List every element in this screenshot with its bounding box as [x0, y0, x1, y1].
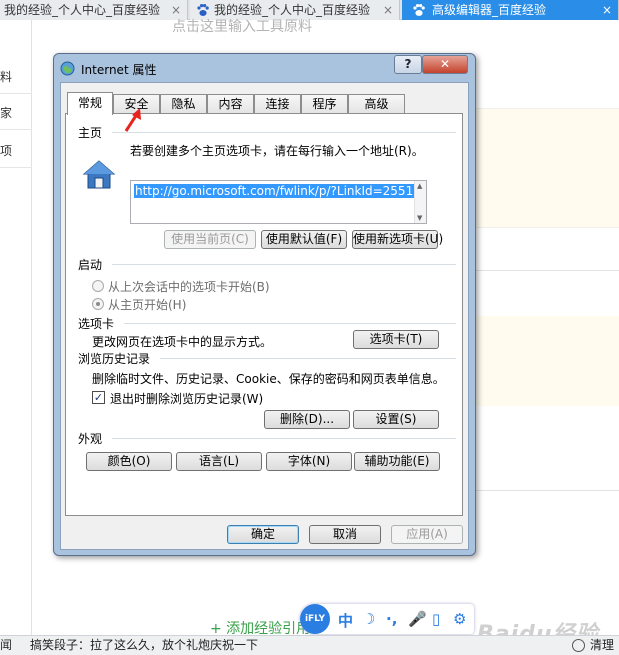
history-description: 删除临时文件、历史记录、Cookie、保存的密码和网页表单信息。 — [92, 372, 445, 386]
chinese-mode-icon[interactable]: 中 — [338, 610, 353, 631]
colors-button[interactable]: 颜色(O) — [86, 452, 172, 471]
internet-globe-icon — [60, 61, 75, 76]
startup-last-session-label: 从上次会话中的选项卡开始(B) — [108, 280, 270, 294]
tab-general[interactable]: 常规 — [67, 92, 113, 115]
homepage-instruction: 若要创建多个主页选项卡，请在每行输入一个地址(R)。 — [130, 144, 424, 158]
ifly-logo-icon[interactable]: iFLY — [300, 604, 330, 634]
languages-button[interactable]: 语言(L) — [176, 452, 262, 471]
dialog-titlebar[interactable]: Internet 属性 ? ✕ — [54, 54, 475, 82]
fonts-button[interactable]: 字体(N) — [266, 452, 352, 471]
moon-icon[interactable]: ☽ — [362, 610, 375, 628]
cleanup-button[interactable]: 清理 — [590, 636, 614, 655]
news-ticker[interactable]: 搞笑段子：拉了这么久，放个礼炮庆祝一下 — [30, 636, 258, 655]
apply-button[interactable]: 应用(A) — [391, 525, 463, 544]
sidebar-item[interactable]: 料 — [0, 60, 32, 94]
editor-highlight-band — [470, 316, 619, 406]
textarea-scrollbar[interactable]: ▲ ▼ — [414, 181, 426, 223]
appearance-header: 外观 — [78, 432, 103, 446]
baidu-paw-icon — [197, 4, 209, 16]
accessibility-button[interactable]: 辅助功能(E) — [354, 452, 440, 471]
tab-connections[interactable]: 连接 — [254, 94, 301, 114]
homepage-url-textarea[interactable]: http://go.microsoft.com/fwlink/p/?LinkId… — [130, 180, 427, 224]
general-tab-panel: 主页 若要创建多个主页选项卡，请在每行输入一个地址(R)。 http://go.… — [65, 113, 463, 516]
help-button[interactable]: ? — [394, 55, 422, 74]
tabs-description: 更改网页在选项卡中的显示方式。 — [92, 335, 273, 349]
startup-last-session-radio[interactable] — [92, 280, 104, 292]
browser-tab-label: 高级编辑器_百度经验 — [432, 3, 547, 17]
punctuation-icon[interactable]: ·, — [386, 610, 397, 628]
tab-programs[interactable]: 程序 — [301, 94, 348, 114]
use-new-tab-button[interactable]: 使用新选项卡(U) — [352, 230, 443, 249]
startup-homepage-label: 从主页开始(H) — [108, 298, 187, 312]
internet-properties-dialog: Internet 属性 ? ✕ 常规 安全 隐私 内容 连接 程序 高级 主页 … — [53, 53, 476, 556]
homepage-header: 主页 — [78, 126, 103, 140]
status-left-text: 闻 — [0, 638, 13, 652]
tab-privacy[interactable]: 隐私 — [160, 94, 207, 114]
delete-on-exit-checkbox[interactable]: ✓ — [92, 391, 105, 404]
keyboard-icon[interactable]: ▯ — [432, 610, 440, 628]
homepage-url-value[interactable]: http://go.microsoft.com/fwlink/p/?LinkId… — [134, 184, 415, 198]
group-divider — [124, 323, 456, 324]
startup-header: 启动 — [78, 258, 103, 272]
group-divider — [112, 132, 456, 133]
ime-toolbar: iFLY 中 ☽ ·, 🎤 ▯ ⚙ — [300, 604, 474, 634]
red-pointer-arrow-icon — [124, 108, 141, 132]
tab-content[interactable]: 内容 — [207, 94, 254, 114]
startup-homepage-radio[interactable] — [92, 298, 104, 310]
microphone-icon[interactable]: 🎤 — [408, 610, 427, 628]
dialog-client-area: 常规 安全 隐私 内容 连接 程序 高级 主页 若要创建多个主页选项卡，请在每行… — [60, 82, 469, 550]
left-sidebar: 料 家 项 — [0, 20, 32, 635]
scroll-down-icon[interactable]: ▼ — [417, 214, 422, 222]
use-default-button[interactable]: 使用默认值(F) — [261, 230, 347, 249]
browser-tab-3-active[interactable]: 高级编辑器_百度经验 × — [402, 0, 619, 20]
tab-advanced[interactable]: 高级 — [348, 94, 405, 114]
browser-tab-label: 我的经验_个人中心_百度经验 — [4, 3, 161, 17]
history-header: 浏览历史记录 — [78, 352, 151, 366]
home-icon — [82, 160, 116, 189]
tools-input-placeholder[interactable]: 点击这里输入工具原料 — [172, 16, 312, 36]
dialog-title: Internet 属性 — [81, 63, 157, 77]
close-button[interactable]: ✕ — [422, 55, 468, 74]
baidu-paw-icon — [413, 4, 425, 16]
gear-icon[interactable]: ⚙ — [453, 610, 466, 628]
delete-on-exit-label: 退出时删除浏览历史记录(W) — [110, 392, 264, 406]
divider — [470, 270, 619, 271]
delete-history-button[interactable]: 删除(D)... — [264, 410, 350, 429]
divider — [470, 490, 619, 491]
browser-tab-label: 我的经验_个人中心_百度经验 — [214, 3, 371, 17]
sidebar-item[interactable]: 项 — [0, 134, 32, 168]
status-bar: 闻 搞笑段子：拉了这么久，放个礼炮庆祝一下 清理 — [0, 635, 619, 655]
tab-close-icon[interactable]: × — [602, 0, 612, 20]
sidebar-item[interactable]: 家 — [0, 96, 32, 130]
tab-close-icon[interactable]: × — [383, 0, 393, 20]
group-divider — [112, 438, 456, 439]
editor-highlight-band — [470, 108, 619, 228]
tabs-header: 选项卡 — [78, 317, 115, 331]
cancel-button[interactable]: 取消 — [309, 525, 381, 544]
tabs-settings-button[interactable]: 选项卡(T) — [353, 330, 439, 349]
clock-icon — [572, 639, 585, 652]
scroll-up-icon[interactable]: ▲ — [417, 182, 422, 190]
ok-button[interactable]: 确定 — [227, 525, 299, 544]
group-divider — [160, 358, 456, 359]
browser-tab-1[interactable]: 我的经验_个人中心_百度经验 × — [0, 0, 188, 20]
use-current-button[interactable]: 使用当前页(C) — [164, 230, 256, 249]
group-divider — [112, 264, 456, 265]
history-settings-button[interactable]: 设置(S) — [353, 410, 439, 429]
